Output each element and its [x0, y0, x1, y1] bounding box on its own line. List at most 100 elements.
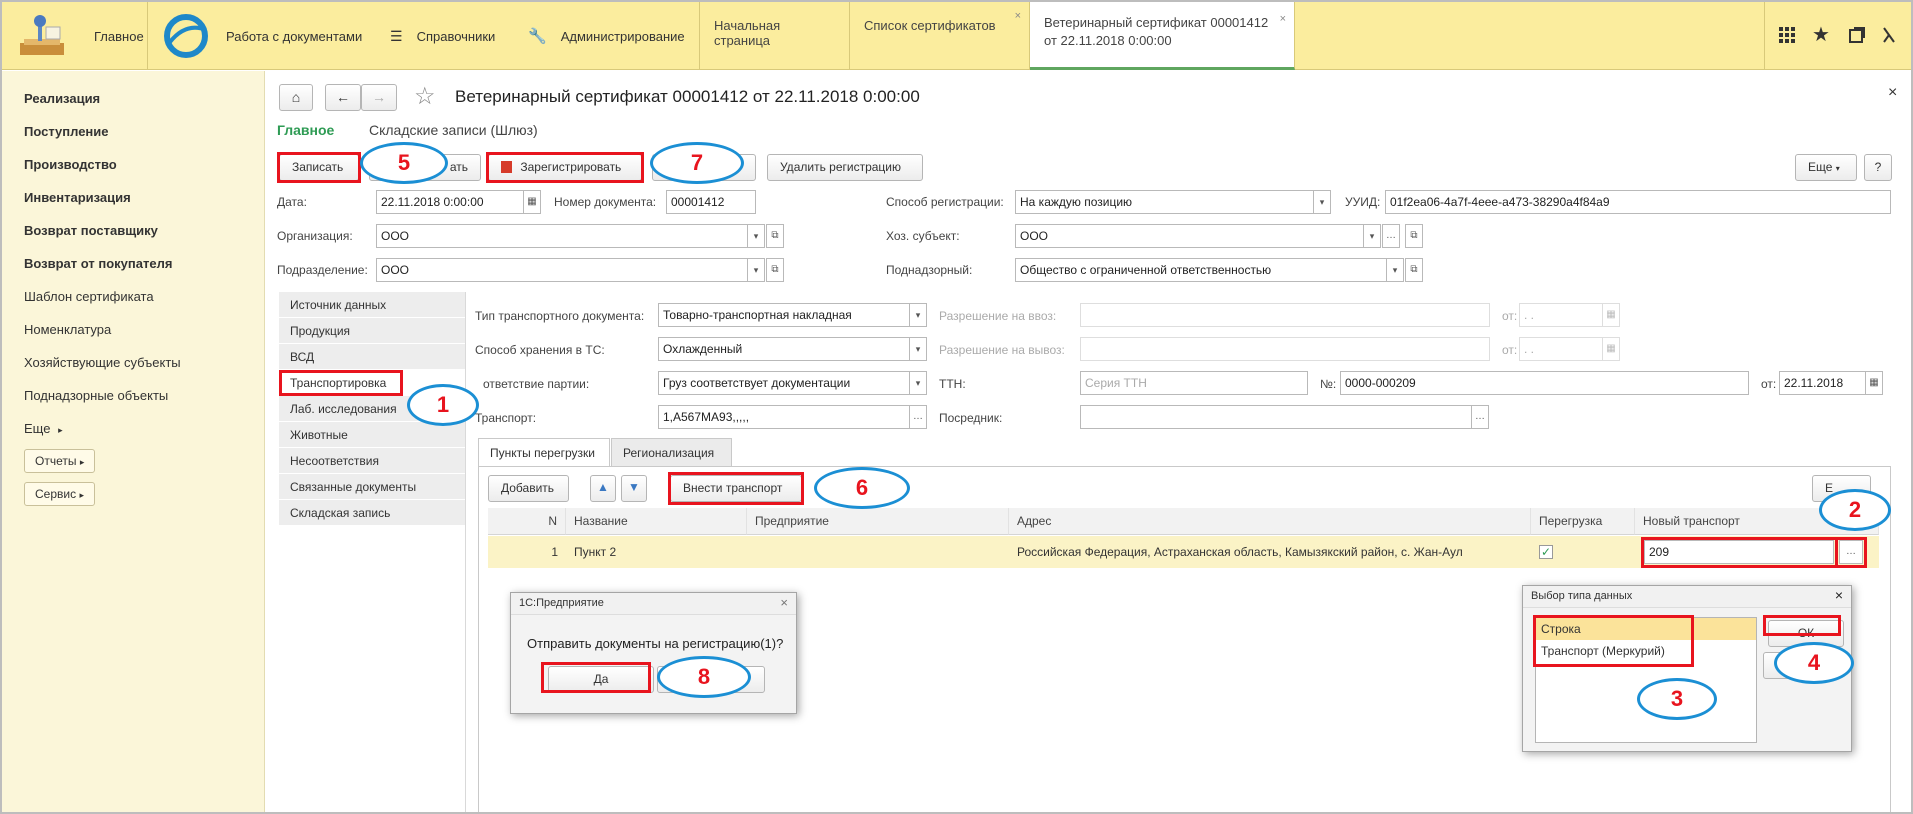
column-header-reload[interactable]: Перегрузка	[1531, 508, 1635, 535]
cell-company[interactable]	[747, 536, 1009, 568]
uuid-field[interactable]: 01f2ea06-4a7f-4eee-a473-38290a4f84a9	[1385, 190, 1891, 214]
home-button[interactable]: ⌂	[279, 84, 313, 111]
nav-references[interactable]: ☰ Справочники	[390, 2, 495, 70]
chevron-down-icon[interactable]: ▾	[1363, 224, 1381, 248]
add-button[interactable]: Добавить	[488, 475, 569, 502]
history-icon[interactable]	[1848, 26, 1866, 49]
sidebar-item-return-customer[interactable]: Возврат от покупателя	[24, 256, 172, 271]
save-button[interactable]: Записать	[279, 154, 359, 181]
back-button[interactable]: ←	[325, 84, 361, 111]
register-button[interactable]: Зарегистрировать	[488, 154, 642, 181]
select-ellipsis-icon[interactable]: …	[1471, 405, 1489, 429]
sidebar-item-receipts[interactable]: Поступление	[24, 124, 109, 139]
cell-reload[interactable]: ✓	[1531, 536, 1635, 568]
sidebar-item-subjects[interactable]: Хозяйствующие субъекты	[24, 355, 181, 370]
cell-n[interactable]: 1	[488, 536, 566, 568]
star-icon[interactable]: ★	[1812, 22, 1830, 47]
export-permit-field[interactable]	[1080, 337, 1490, 361]
sidebar-item-sales[interactable]: Реализация	[24, 91, 100, 106]
calendar-icon[interactable]: ▦	[1602, 303, 1620, 327]
calendar-icon[interactable]: ▦	[523, 190, 541, 214]
column-header-address[interactable]: Адрес	[1009, 508, 1531, 535]
tab-home-page[interactable]: Начальная страница	[700, 2, 850, 70]
chevron-down-icon[interactable]: ▾	[909, 337, 927, 361]
open-link-icon[interactable]: ⧉	[766, 224, 784, 248]
vtab-animals[interactable]: Животные	[279, 422, 465, 448]
apps-grid-icon[interactable]	[1778, 26, 1796, 49]
new-transport-input[interactable]: 209	[1644, 540, 1834, 564]
export-date-field[interactable]: . .	[1519, 337, 1603, 361]
supervised-field[interactable]: Общество с ограниченной ответственностью	[1015, 258, 1404, 282]
forward-button[interactable]: →	[361, 84, 397, 111]
vtab-data-source[interactable]: Источник данных	[279, 292, 465, 318]
add-transport-button[interactable]: Внести транспорт	[670, 475, 802, 502]
sidebar-more[interactable]: Еще ▸	[24, 421, 63, 436]
more-button[interactable]: Еще ▾	[1795, 154, 1857, 181]
conformity-field[interactable]: Груз соответствует документации	[658, 371, 910, 395]
close-icon[interactable]: ×	[780, 595, 788, 610]
storage-field[interactable]: Охлажденный	[658, 337, 910, 361]
date-field[interactable]: 22.11.2018 0:00:00	[376, 190, 524, 214]
nav-documents[interactable]: Работа с документами	[162, 2, 362, 70]
open-link-icon[interactable]: ⧉	[1405, 224, 1423, 248]
vtab-warehouse-record[interactable]: Складская запись	[279, 500, 465, 526]
tab-certificate-list[interactable]: Список сертификатов ×	[850, 2, 1030, 70]
section-main[interactable]: Главное	[277, 122, 334, 138]
tab-regionalization[interactable]: Регионализация	[611, 438, 732, 466]
dept-field[interactable]: ООО	[376, 258, 748, 282]
nav-admin[interactable]: 🔧 Администрирование	[528, 2, 685, 70]
close-icon[interactable]: ×	[1835, 587, 1843, 603]
open-link-icon[interactable]: ⧉	[766, 258, 784, 282]
tab-certificate[interactable]: Ветеринарный сертификат 00001412 от 22.1…	[1030, 2, 1295, 70]
cell-name[interactable]: Пункт 2	[566, 536, 747, 568]
home-nav[interactable]: Главное	[16, 2, 144, 70]
doc-type-field[interactable]: Товарно-транспортная накладная	[658, 303, 910, 327]
calendar-icon[interactable]: ▦	[1602, 337, 1620, 361]
sidebar-item-objects[interactable]: Поднадзорные объекты	[24, 388, 168, 403]
move-down-button[interactable]: ▼	[621, 475, 647, 502]
sidebar-item-return-supplier[interactable]: Возврат поставщику	[24, 223, 158, 238]
yes-button[interactable]: Да	[548, 666, 654, 693]
column-header-n[interactable]: N	[488, 508, 566, 535]
vtab-products[interactable]: Продукция	[279, 318, 465, 344]
open-link-icon[interactable]: ⧉	[1405, 258, 1423, 282]
vehicle-field[interactable]: 1,А567МА93,,,,,	[658, 405, 912, 429]
chevron-down-icon[interactable]: ▾	[909, 303, 927, 327]
sidebar-item-production[interactable]: Производство	[24, 157, 117, 172]
tab-reload-points[interactable]: Пункты перегрузки	[478, 438, 610, 466]
checkbox-checked-icon[interactable]: ✓	[1539, 545, 1553, 559]
vtab-vsd[interactable]: ВСД	[279, 344, 465, 370]
chevron-down-icon[interactable]: ▾	[747, 258, 765, 282]
close-form-icon[interactable]: ×	[1888, 84, 1897, 102]
import-permit-field[interactable]	[1080, 303, 1490, 327]
select-ellipsis-icon[interactable]: …	[1382, 224, 1400, 248]
calendar-icon[interactable]: ▦	[1865, 371, 1883, 395]
reports-button[interactable]: Отчеты ▸	[24, 449, 96, 473]
sidebar-item-template[interactable]: Шаблон сертификата	[24, 289, 154, 304]
chevron-down-icon[interactable]: ▾	[747, 224, 765, 248]
service-button[interactable]: Сервис ▸	[24, 482, 95, 506]
section-warehouse[interactable]: Складские записи (Шлюз)	[369, 122, 538, 138]
ttn-date-field[interactable]: 22.11.2018	[1779, 371, 1866, 395]
select-ellipsis-icon[interactable]: …	[909, 405, 927, 429]
column-header-name[interactable]: Название	[566, 508, 747, 535]
select-ellipsis-icon[interactable]: …	[1839, 540, 1863, 564]
close-icon[interactable]: ×	[1015, 10, 1021, 22]
chevron-down-icon[interactable]: ▾	[1313, 190, 1331, 214]
subject-field[interactable]: ООО	[1015, 224, 1381, 248]
menu-icon[interactable]	[1882, 26, 1896, 49]
cell-address[interactable]: Российская Федерация, Астраханская облас…	[1009, 536, 1531, 568]
close-icon[interactable]: ×	[1280, 10, 1286, 28]
ttn-number-field[interactable]: 0000-000209	[1340, 371, 1749, 395]
chevron-down-icon[interactable]: ▾	[1386, 258, 1404, 282]
sidebar-item-nomenclature[interactable]: Номенклатура	[24, 322, 111, 337]
type-option-transport[interactable]: Транспорт (Меркурий)	[1536, 640, 1756, 662]
column-header-company[interactable]: Предприятие	[747, 508, 1009, 535]
move-up-button[interactable]: ▲	[590, 475, 616, 502]
favorite-star-icon[interactable]: ☆	[414, 82, 436, 111]
import-date-field[interactable]: . .	[1519, 303, 1603, 327]
vtab-nonconformities[interactable]: Несоответствия	[279, 448, 465, 474]
vtab-related-docs[interactable]: Связанные документы	[279, 474, 465, 500]
delete-registration-button[interactable]: Удалить регистрацию	[767, 154, 923, 181]
type-option-string[interactable]: Строка	[1536, 618, 1756, 640]
